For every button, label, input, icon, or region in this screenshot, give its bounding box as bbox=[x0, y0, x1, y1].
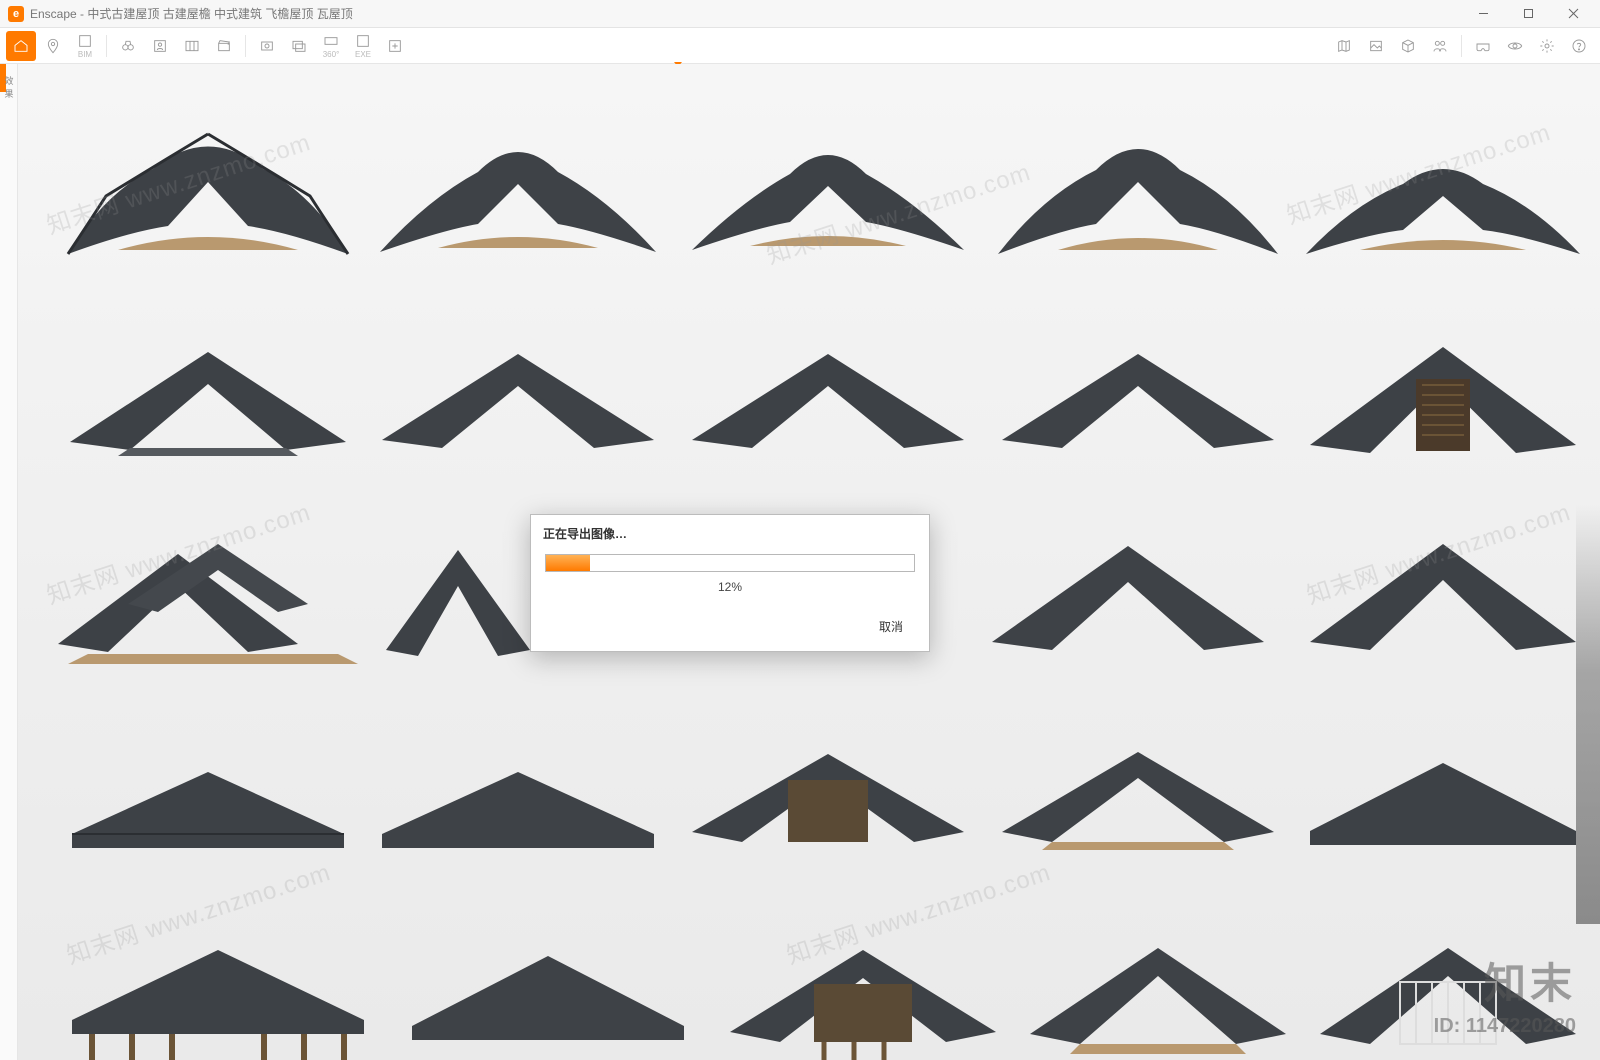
toolbar-map-button[interactable] bbox=[1329, 31, 1359, 61]
progress-percent: 12% bbox=[545, 572, 915, 598]
viewport[interactable]: 效果 bbox=[0, 64, 1600, 1060]
library-icon bbox=[183, 37, 201, 55]
roof-model bbox=[48, 514, 368, 674]
progress-bar bbox=[545, 554, 915, 572]
roof-model bbox=[58, 724, 358, 864]
roof-model bbox=[678, 104, 978, 274]
window-minimize-button[interactable] bbox=[1461, 0, 1506, 28]
export-dialog: 正在导出图像… 12% 取消 bbox=[530, 514, 930, 652]
bim-icon bbox=[76, 32, 94, 50]
clapper-icon bbox=[215, 37, 233, 55]
roof-model bbox=[1298, 319, 1588, 469]
vr-headset-icon bbox=[1474, 37, 1492, 55]
help-icon bbox=[1570, 37, 1588, 55]
side-label: 效果 bbox=[2, 74, 16, 100]
toolbar-pano-button[interactable]: 360° bbox=[316, 31, 346, 61]
toolbar-separator bbox=[1461, 35, 1462, 57]
map-icon bbox=[1335, 37, 1353, 55]
screenshot-icon bbox=[258, 37, 276, 55]
roof-model bbox=[368, 324, 668, 464]
person-frame-icon bbox=[151, 37, 169, 55]
toolbar-visibility-button[interactable] bbox=[1500, 31, 1530, 61]
roof-model bbox=[988, 324, 1288, 464]
gallery-icon bbox=[1367, 37, 1385, 55]
toolbar-bim-button[interactable]: BIM bbox=[70, 31, 100, 61]
roof-model bbox=[1298, 514, 1588, 674]
toolbar-asset-library-button[interactable] bbox=[177, 31, 207, 61]
roof-model bbox=[1298, 719, 1588, 864]
brand-watermark: 知末 ID: 1147220280 bbox=[1434, 950, 1576, 1038]
toolbar-home-button[interactable] bbox=[6, 31, 36, 61]
roof-model bbox=[378, 524, 538, 674]
people-icon bbox=[1431, 37, 1449, 55]
window-close-button[interactable] bbox=[1551, 0, 1596, 28]
toolbar-export-exe-button[interactable]: EXE bbox=[348, 31, 378, 61]
pano-icon bbox=[322, 32, 340, 50]
export-more-icon bbox=[386, 37, 404, 55]
toolbar-gallery-button[interactable] bbox=[1361, 31, 1391, 61]
toolbar-batch-screenshot-button[interactable] bbox=[284, 31, 314, 61]
title-sep: - bbox=[77, 7, 88, 21]
toolbar-location-button[interactable] bbox=[38, 31, 68, 61]
cancel-button[interactable]: 取消 bbox=[867, 616, 915, 637]
dialog-title: 正在导出图像… bbox=[531, 515, 929, 550]
window-maximize-button[interactable] bbox=[1506, 0, 1551, 28]
toolbar-video-button[interactable] bbox=[209, 31, 239, 61]
toolbar-help-button[interactable] bbox=[1564, 31, 1594, 61]
roof-model bbox=[58, 324, 358, 464]
toolbar-separator bbox=[106, 35, 107, 57]
toolbar-cube-button[interactable] bbox=[1393, 31, 1423, 61]
titlebar: e Enscape - 中式古建屋顶 古建屋檐 中式建筑 飞檐屋顶 瓦屋顶 bbox=[0, 0, 1600, 28]
roof-model bbox=[678, 714, 978, 864]
gear-icon bbox=[1538, 37, 1556, 55]
roof-model bbox=[988, 714, 1288, 864]
toolbar-screenshot-button[interactable] bbox=[252, 31, 282, 61]
side-panel-collapsed[interactable]: 效果 bbox=[0, 64, 18, 1060]
batch-screenshot-icon bbox=[290, 37, 308, 55]
app-name: Enscape bbox=[30, 7, 77, 21]
toolbar-vr-two-button[interactable] bbox=[1425, 31, 1455, 61]
progress-fill bbox=[546, 555, 590, 571]
roof-model bbox=[368, 724, 668, 864]
eye-icon bbox=[1506, 37, 1524, 55]
toolbar: BIM 360° EXE bbox=[0, 28, 1600, 64]
roof-model bbox=[978, 514, 1278, 674]
roof-model bbox=[678, 324, 978, 464]
pin-icon bbox=[44, 37, 62, 55]
brand-name: 知末 bbox=[1434, 950, 1576, 1011]
home-icon bbox=[12, 37, 30, 55]
roof-model bbox=[718, 914, 1008, 1060]
toolbar-settings-button[interactable] bbox=[1532, 31, 1562, 61]
toolbar-views-button[interactable] bbox=[113, 31, 143, 61]
toolbar-export-more-button[interactable] bbox=[380, 31, 410, 61]
app-icon: e bbox=[8, 6, 24, 22]
roof-model bbox=[1298, 124, 1588, 274]
roof-model bbox=[58, 104, 358, 274]
roof-model bbox=[398, 914, 698, 1060]
toolbar-vr-headset-button[interactable] bbox=[1468, 31, 1498, 61]
cube-icon bbox=[1399, 37, 1417, 55]
toolbar-separator bbox=[245, 35, 246, 57]
toolbar-asset-person-button[interactable] bbox=[145, 31, 175, 61]
export-exe-icon bbox=[354, 32, 372, 50]
document-title: 中式古建屋顶 古建屋檐 中式建筑 飞檐屋顶 瓦屋顶 bbox=[87, 5, 352, 22]
roof-model bbox=[988, 104, 1288, 274]
binoculars-icon bbox=[119, 37, 137, 55]
brand-id: ID: 1147220280 bbox=[1434, 1015, 1576, 1038]
render-dark-edge bbox=[1576, 504, 1600, 924]
roof-model bbox=[58, 914, 378, 1060]
roof-model bbox=[1018, 914, 1298, 1060]
roof-model bbox=[368, 104, 668, 274]
